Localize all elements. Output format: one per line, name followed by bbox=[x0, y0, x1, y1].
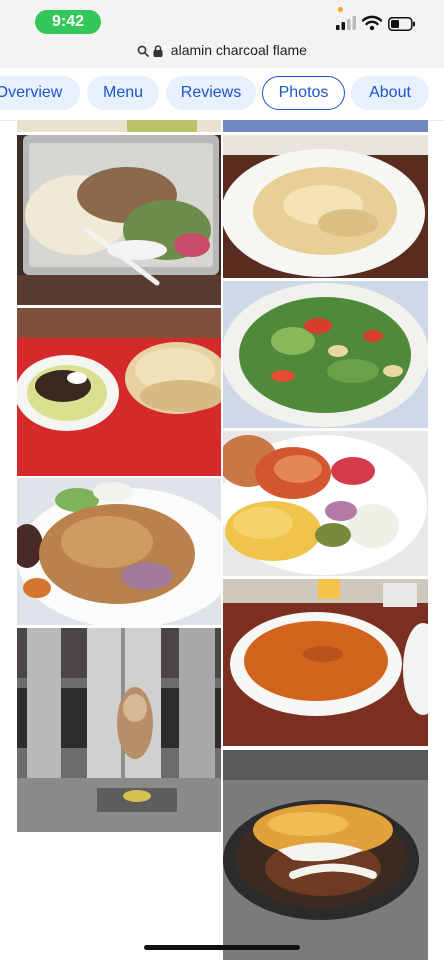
photo-grid bbox=[0, 120, 444, 960]
battery-icon bbox=[388, 17, 416, 36]
photo-shawarma-spit[interactable] bbox=[17, 628, 221, 832]
photo-pasta-plate[interactable] bbox=[223, 135, 428, 278]
tab-about[interactable]: About bbox=[351, 76, 429, 110]
partial-photo-top-right[interactable] bbox=[223, 120, 428, 132]
tab-photos[interactable]: Photos bbox=[262, 76, 345, 110]
photo-lentil-soup[interactable] bbox=[223, 579, 428, 746]
tab-reviews[interactable]: Reviews bbox=[166, 76, 256, 110]
photo-fattoush-salad[interactable] bbox=[223, 281, 428, 428]
photo-shawarma-pita-platter[interactable] bbox=[17, 308, 221, 476]
photo-chicken-shawarma-plate[interactable] bbox=[17, 478, 221, 625]
cellular-signal-icon bbox=[336, 16, 356, 35]
tab-overview[interactable]: Overview bbox=[0, 76, 80, 110]
tab-menu[interactable]: Menu bbox=[87, 76, 159, 110]
photo-steak-fries-plate[interactable] bbox=[223, 750, 428, 960]
tabs-bar: Overview Menu Reviews Photos About bbox=[0, 68, 444, 121]
privacy-indicator-dot bbox=[338, 7, 343, 12]
wifi-icon bbox=[361, 15, 383, 36]
partial-photo-top-left[interactable] bbox=[17, 120, 221, 132]
photo-salmon-fries-plate[interactable] bbox=[223, 431, 428, 576]
status-time[interactable]: 9:42 bbox=[35, 10, 101, 34]
photo-shawarma-rice-tray[interactable] bbox=[17, 135, 221, 305]
lock-icon bbox=[153, 42, 167, 58]
url-text: alamin charcoal flame bbox=[170, 42, 307, 58]
address-bar[interactable]: alamin charcoal flame bbox=[0, 38, 444, 68]
search-icon bbox=[137, 42, 153, 58]
home-indicator[interactable] bbox=[144, 945, 300, 950]
status-icons bbox=[336, 15, 420, 33]
